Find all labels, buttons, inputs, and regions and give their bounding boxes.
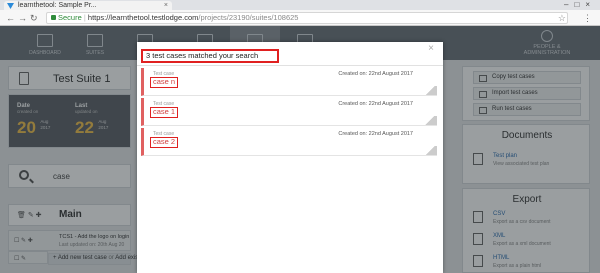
modal-header: 3 test cases matched your search ×	[137, 42, 443, 66]
back-icon[interactable]: ←	[6, 12, 15, 24]
result-created-date: Created on: 22nd August 2017	[338, 131, 413, 137]
result-name-link[interactable]: case 1	[150, 107, 179, 118]
result-name-link[interactable]: case 2	[150, 137, 179, 148]
address-bar: ← → ↻ Secure | https://learnthetool.test…	[0, 10, 600, 26]
bookmark-star-icon[interactable]: ☆	[558, 12, 566, 24]
page-curl-icon	[423, 146, 437, 155]
page-curl-icon	[423, 116, 437, 125]
browser-tab-strip: learnthetool: Sample Pr... × –□×	[0, 0, 600, 11]
close-icon[interactable]: ×	[428, 44, 434, 54]
url-field[interactable]: Secure | https://learnthetool.testlodge.…	[46, 12, 568, 24]
result-created-date: Created on: 22nd August 2017	[338, 101, 413, 107]
reload-icon[interactable]: ↻	[30, 12, 38, 24]
search-results-modal: 3 test cases matched your search × Test …	[137, 42, 443, 273]
url-path: /projects/23190/suites/108625	[198, 13, 299, 22]
result-created-date: Created on: 22nd August 2017	[338, 71, 413, 77]
browser-menu-icon[interactable]: ⋮	[583, 12, 592, 24]
page-curl-icon	[423, 86, 437, 95]
site-favicon-icon	[7, 3, 14, 9]
tab-title: learnthetool: Sample Pr...	[18, 2, 97, 9]
search-result-item[interactable]: Test case case n Created on: 22nd August…	[141, 68, 437, 96]
search-result-item[interactable]: Test case case 1 Created on: 22nd August…	[141, 98, 437, 126]
result-name-link[interactable]: case n	[150, 77, 179, 88]
search-result-item[interactable]: Test case case 2 Created on: 22nd August…	[141, 128, 437, 156]
secure-label: Secure	[58, 13, 82, 22]
forward-icon[interactable]: →	[18, 12, 27, 24]
match-count-heading: 3 test cases matched your search	[141, 49, 279, 63]
url-host: https://learnthetool.testlodge.com	[87, 13, 199, 22]
lock-icon	[51, 15, 56, 20]
window-controls[interactable]: –□×	[564, 0, 596, 10]
